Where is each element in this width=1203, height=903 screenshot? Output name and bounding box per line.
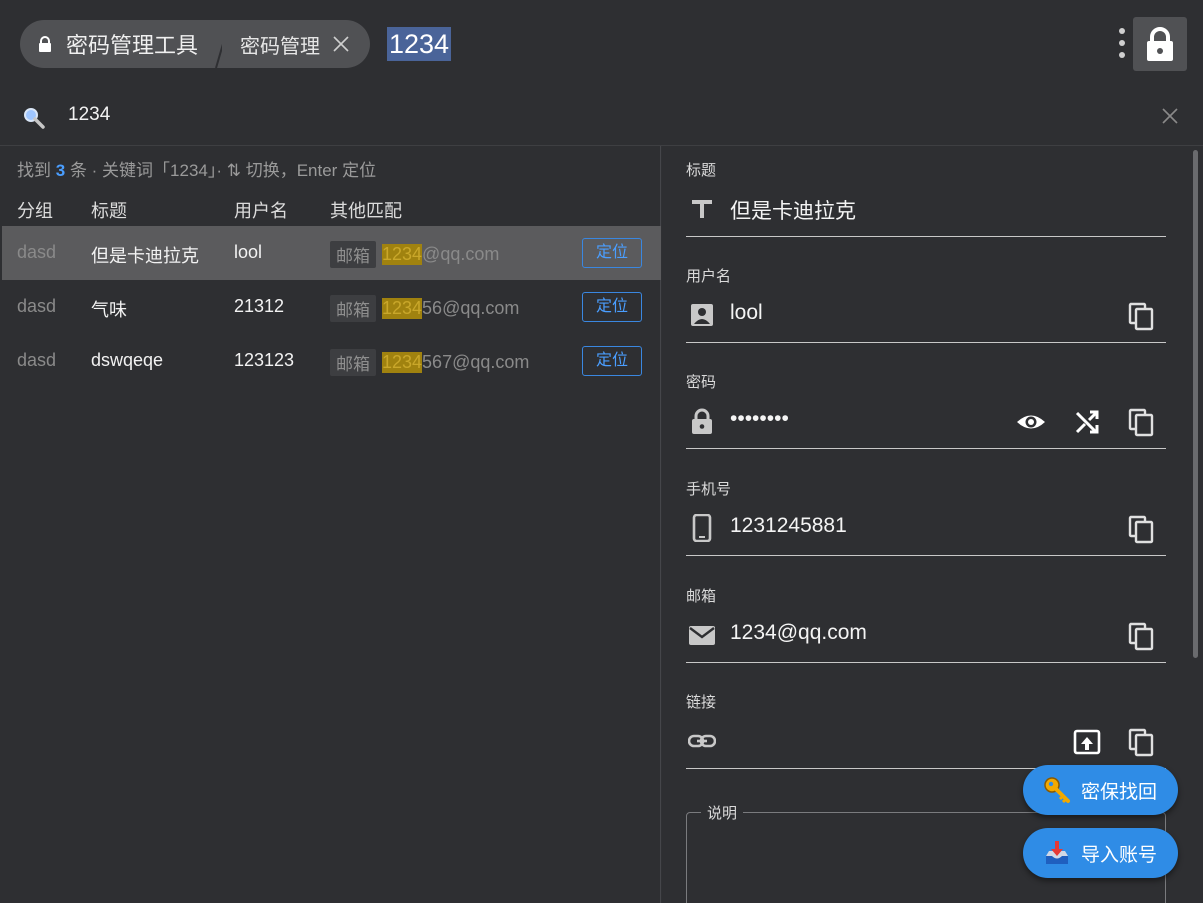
row-title: 但是卡迪拉克 — [91, 246, 199, 266]
locate-button[interactable]: 定位 — [582, 292, 642, 322]
copy-icon[interactable] — [1127, 301, 1157, 331]
table-row[interactable]: dasd 气味 21312 邮箱 1234 56@qq.com 定位 — [2, 280, 661, 334]
field-underline — [686, 236, 1166, 237]
title-label: 标题 — [686, 162, 717, 179]
match-highlight: 1234 — [382, 298, 423, 319]
field-underline — [686, 448, 1166, 449]
field-underline — [686, 555, 1166, 556]
app-title: 密码管理工具 — [66, 33, 199, 58]
row-username: 123123 — [234, 350, 295, 370]
top-bar: 密码管理工具 密码管理 1234 — [0, 0, 1203, 88]
row-title: 气味 — [91, 300, 127, 320]
phone-input[interactable]: 1231245881 — [730, 514, 847, 538]
title-input[interactable]: 但是卡迪拉克 — [730, 195, 856, 225]
recover-button[interactable]: 密保找回 — [1023, 765, 1178, 815]
locate-button[interactable]: 定位 — [582, 238, 642, 268]
lock-button[interactable] — [1133, 17, 1187, 71]
email-field: 邮箱 1234@qq.com — [686, 571, 1166, 663]
username-input[interactable]: lool — [730, 301, 763, 325]
detail-scrollbar[interactable] — [1193, 150, 1198, 658]
match-field-tag: 邮箱 — [330, 241, 376, 268]
column-header-title: 标题 — [91, 201, 127, 221]
email-input[interactable]: 1234@qq.com — [730, 621, 867, 645]
more-menu-icon[interactable] — [1113, 26, 1131, 62]
open-link-icon[interactable] — [1072, 727, 1102, 757]
table-row[interactable]: dasd dswqeqe 123123 邮箱 1234 567@qq.com 定… — [2, 334, 661, 388]
import-label: 导入账号 — [1081, 844, 1158, 866]
row-group: dasd — [17, 296, 57, 316]
summary-prefix: 找到 — [17, 161, 51, 180]
tab-label: 密码管理 — [240, 35, 320, 58]
column-header-username: 用户名 — [234, 201, 288, 221]
row-other-match: 邮箱 1234 567@qq.com — [330, 349, 529, 376]
selected-search-text: 1234 — [387, 27, 452, 61]
field-underline — [686, 662, 1166, 663]
link-icon — [688, 734, 716, 748]
copy-icon[interactable] — [1127, 514, 1157, 544]
copy-icon[interactable] — [1127, 407, 1157, 437]
account-box-icon — [691, 304, 713, 326]
username-label: 用户名 — [686, 268, 732, 285]
row-username: 21312 — [234, 296, 285, 316]
results-pane: 找到 3 条 · 关键词「1234」· ⇅ 切换，Enter 定位 分组 标题 … — [0, 146, 661, 903]
row-title: dswqeqe — [91, 350, 164, 370]
mail-icon — [689, 626, 715, 645]
table-row[interactable]: dasd 但是卡迪拉克 lool 邮箱 1234 @qq.com 定位 — [2, 226, 661, 280]
close-icon[interactable] — [332, 35, 350, 53]
title-field: 标题 但是卡迪拉克 — [686, 145, 1166, 237]
locate-button[interactable]: 定位 — [582, 346, 642, 376]
match-field-tag: 邮箱 — [330, 349, 376, 376]
row-group: dasd — [17, 350, 57, 370]
password-label: 密码 — [686, 374, 717, 391]
match-rest: 567@qq.com — [422, 352, 530, 372]
row-other-match: 邮箱 1234 56@qq.com — [330, 295, 519, 322]
username-field: 用户名 lool — [686, 251, 1166, 343]
lock-icon — [39, 36, 51, 52]
row-username: lool — [234, 242, 263, 262]
row-group: dasd — [17, 242, 57, 262]
column-header-group: 分组 — [17, 201, 53, 221]
copy-icon[interactable] — [1127, 727, 1157, 757]
match-highlight: 1234 — [382, 352, 423, 373]
field-underline — [686, 342, 1166, 343]
copy-icon[interactable] — [1127, 621, 1157, 651]
breadcrumb-tab[interactable]: 密码管理 — [222, 20, 370, 68]
recover-label: 密保找回 — [1081, 781, 1158, 803]
search-input[interactable]: 1234 — [68, 104, 110, 126]
match-rest: @qq.com — [422, 244, 500, 264]
breadcrumb-home[interactable]: 密码管理工具 — [20, 20, 230, 68]
text-format-icon — [692, 200, 712, 218]
phone-label: 手机号 — [686, 481, 732, 498]
match-highlight: 1234 — [382, 244, 423, 265]
inbox-import-icon — [1046, 841, 1068, 864]
result-count: 3 — [55, 161, 66, 180]
match-rest: 56@qq.com — [422, 298, 520, 318]
phone-icon — [692, 514, 712, 542]
clear-search-icon[interactable] — [1160, 106, 1180, 126]
email-label: 邮箱 — [686, 588, 717, 605]
phone-field: 手机号 1231245881 — [686, 464, 1166, 556]
summary-suffix: 条 · 关键词「1234」· ⇅ 切换，Enter 定位 — [69, 161, 377, 180]
results-summary: 找到 3 条 · 关键词「1234」· ⇅ 切换，Enter 定位 — [17, 156, 376, 181]
search-icon — [24, 108, 45, 129]
shuffle-icon[interactable] — [1072, 407, 1102, 437]
show-password-icon[interactable] — [1016, 407, 1046, 437]
key-icon — [1044, 777, 1070, 804]
password-field: 密码 •••••••• — [686, 357, 1166, 449]
row-other-match: 邮箱 1234 @qq.com — [330, 241, 499, 268]
app-window: 密码管理工具 密码管理 1234 1234 找到 3 条 · 关键词「1234」… — [0, 0, 1203, 903]
column-header-other-match: 其他匹配 — [330, 201, 402, 221]
note-label: 说明 — [701, 802, 744, 823]
lock-icon — [692, 408, 712, 434]
import-button[interactable]: 导入账号 — [1023, 828, 1178, 878]
password-input[interactable]: •••••••• — [730, 407, 789, 431]
match-field-tag: 邮箱 — [330, 295, 376, 322]
search-bar: 1234 — [0, 88, 1203, 146]
lock-icon — [1147, 27, 1173, 61]
link-label: 链接 — [686, 694, 717, 711]
link-field: 链接 — [686, 677, 1166, 769]
